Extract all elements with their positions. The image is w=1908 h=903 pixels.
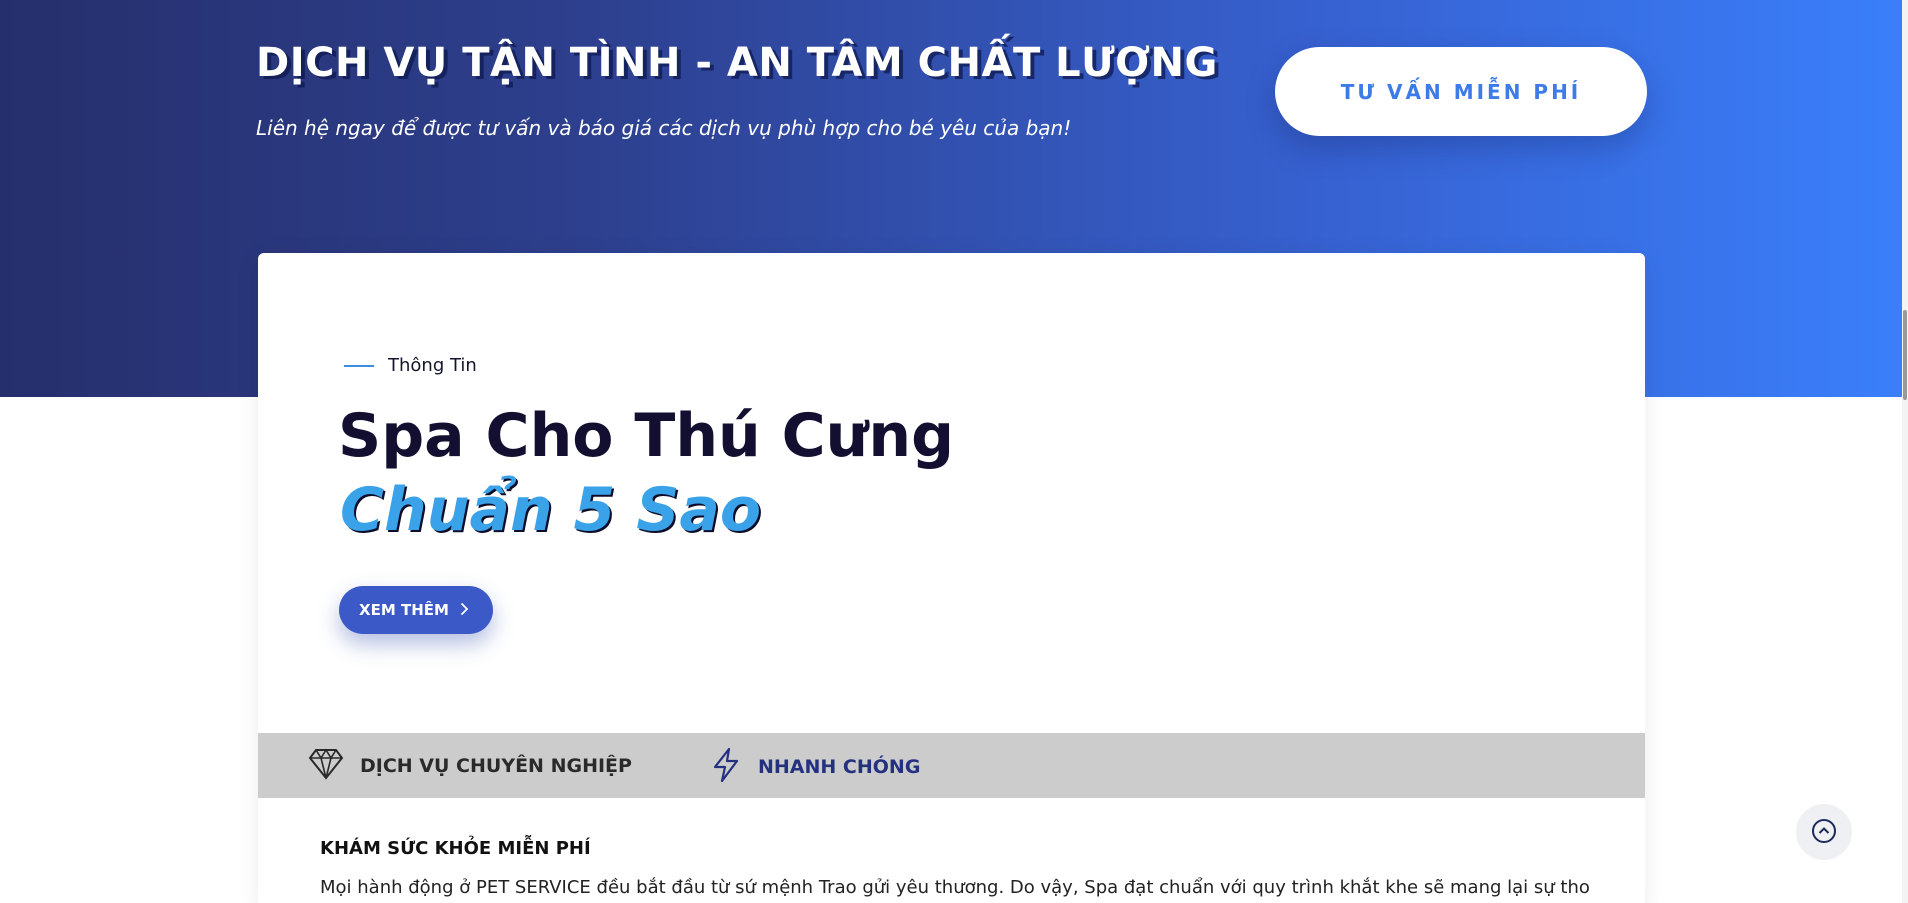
see-more-button[interactable]: XEM THÊM xyxy=(339,586,493,634)
feature-label-professional: DỊCH VỤ CHUYÊN NGHIỆP xyxy=(360,755,632,777)
chevron-right-icon xyxy=(457,601,473,620)
free-consult-button[interactable]: TƯ VẤN MIỄN PHÍ xyxy=(1275,47,1647,136)
feature-professional: DỊCH VỤ CHUYÊN NGHIỆP xyxy=(308,747,632,785)
eyebrow-divider xyxy=(344,364,374,367)
feature-bar: DỊCH VỤ CHUYÊN NGHIỆP NHANH CHÓNG xyxy=(258,733,1645,798)
feature-fast: NHANH CHÓNG xyxy=(710,747,920,787)
scrollbar[interactable] xyxy=(1902,0,1908,903)
scroll-to-top-button[interactable] xyxy=(1796,804,1852,860)
lightning-icon xyxy=(710,747,742,787)
eyebrow-label: Thông Tin xyxy=(388,355,477,376)
hero-title: DỊCH VỤ TẬN TÌNH - AN TÂM CHẤT LƯỢNG xyxy=(256,40,1218,86)
card-title: Spa Cho Thú Cưng xyxy=(338,401,955,471)
see-more-label: XEM THÊM xyxy=(359,601,449,619)
section-eyebrow: Thông Tin xyxy=(344,355,477,376)
section-heading: KHÁM SỨC KHỎE MIỄN PHÍ xyxy=(320,838,591,859)
info-card: Thông Tin Spa Cho Thú Cưng Chuẩn 5 Sao X… xyxy=(258,253,1645,903)
card-title-highlight: Chuẩn 5 Sao xyxy=(340,475,762,545)
hero-subtitle: Liên hệ ngay để được tư vấn và báo giá c… xyxy=(256,116,1072,140)
diamond-icon xyxy=(308,747,344,785)
arrow-up-circle-icon xyxy=(1811,818,1837,847)
section-body: Mọi hành động ở PET SERVICE đều bắt đầu … xyxy=(320,877,1590,898)
feature-label-fast: NHANH CHÓNG xyxy=(758,756,921,778)
scrollbar-thumb[interactable] xyxy=(1903,310,1907,400)
